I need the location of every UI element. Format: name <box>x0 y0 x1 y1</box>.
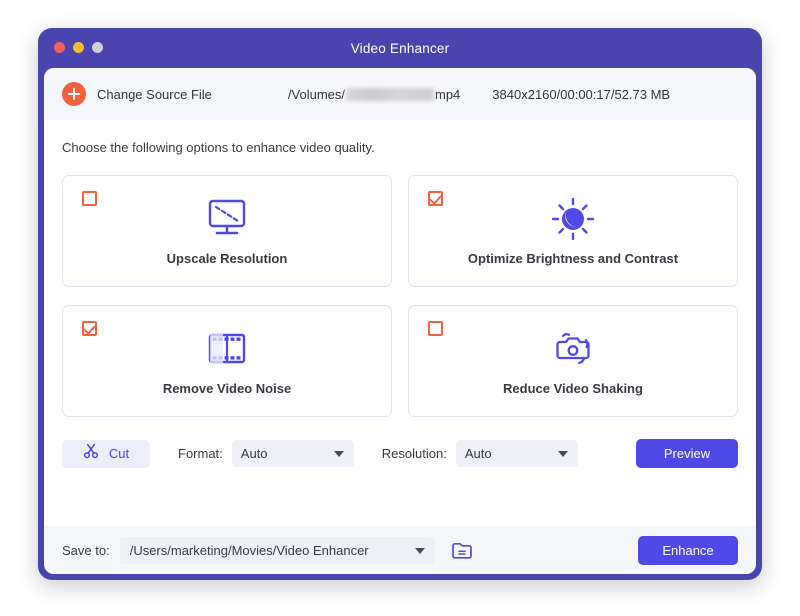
sun-brightness-icon <box>550 196 596 242</box>
toolbar-row: Cut Format: Auto Resolution: Auto Previe… <box>62 439 738 468</box>
source-path-redacted <box>346 88 434 101</box>
source-path-prefix: /Volumes/ <box>288 87 345 102</box>
window-title: Video Enhancer <box>38 41 762 56</box>
source-bar: Change Source File /Volumes/ mp4 3840x21… <box>44 68 756 120</box>
save-to-label: Save to: <box>62 543 110 558</box>
format-select-value: Auto <box>241 446 268 461</box>
chevron-down-icon <box>558 451 568 457</box>
camera-stabilize-icon <box>550 326 596 372</box>
checkbox-remove-video-noise[interactable] <box>82 321 97 336</box>
option-label-optimize-brightness: Optimize Brightness and Contrast <box>468 251 678 266</box>
main-body: Choose the following options to enhance … <box>44 120 756 526</box>
source-metadata: 3840x2160/00:00:17/52.73 MB <box>492 87 670 102</box>
option-label-reduce-video-shaking: Reduce Video Shaking <box>503 381 643 396</box>
option-card-remove-video-noise[interactable]: Remove Video Noise <box>62 305 392 417</box>
option-card-upscale-resolution[interactable]: Upscale Resolution <box>62 175 392 287</box>
save-path-field[interactable]: /Users/marketing/Movies/Video Enhancer <box>120 537 435 564</box>
cut-button[interactable]: Cut <box>62 440 150 468</box>
scissors-icon <box>83 443 99 464</box>
footer-bar: Save to: /Users/marketing/Movies/Video E… <box>44 526 756 574</box>
change-source-file-button[interactable]: Change Source File <box>97 87 212 102</box>
cut-button-label: Cut <box>109 446 129 461</box>
checkbox-upscale-resolution[interactable] <box>82 191 97 206</box>
format-label: Format: <box>178 446 223 461</box>
option-label-upscale-resolution: Upscale Resolution <box>167 251 288 266</box>
option-card-optimize-brightness[interactable]: Optimize Brightness and Contrast <box>408 175 738 287</box>
app-window: Video Enhancer Change Source File /Volum… <box>38 28 762 580</box>
format-select[interactable]: Auto <box>232 440 354 467</box>
folder-icon[interactable] <box>451 541 473 560</box>
chevron-down-icon <box>415 548 425 554</box>
instruction-text: Choose the following options to enhance … <box>62 140 738 155</box>
window-controls <box>54 42 103 53</box>
checkbox-reduce-video-shaking[interactable] <box>428 321 443 336</box>
options-grid: Upscale Resolution <box>62 175 738 417</box>
save-path-value: /Users/marketing/Movies/Video Enhancer <box>130 543 369 558</box>
resolution-select-value: Auto <box>465 446 492 461</box>
checkbox-optimize-brightness[interactable] <box>428 191 443 206</box>
zoom-button[interactable] <box>92 42 103 53</box>
source-path-suffix: mp4 <box>435 87 460 102</box>
option-card-reduce-video-shaking[interactable]: Reduce Video Shaking <box>408 305 738 417</box>
monitor-upscale-icon <box>204 196 250 242</box>
option-label-remove-video-noise: Remove Video Noise <box>163 381 291 396</box>
resolution-label: Resolution: <box>382 446 447 461</box>
source-path: /Volumes/ mp4 <box>288 87 460 102</box>
plus-circle-icon[interactable] <box>62 82 86 106</box>
resolution-select[interactable]: Auto <box>456 440 578 467</box>
minimize-button[interactable] <box>73 42 84 53</box>
chevron-down-icon <box>334 451 344 457</box>
film-strip-icon <box>204 326 250 372</box>
enhance-button[interactable]: Enhance <box>638 536 738 565</box>
close-button[interactable] <box>54 42 65 53</box>
content-pane: Change Source File /Volumes/ mp4 3840x21… <box>44 68 756 574</box>
preview-button[interactable]: Preview <box>636 439 738 468</box>
title-bar: Video Enhancer <box>38 28 762 68</box>
